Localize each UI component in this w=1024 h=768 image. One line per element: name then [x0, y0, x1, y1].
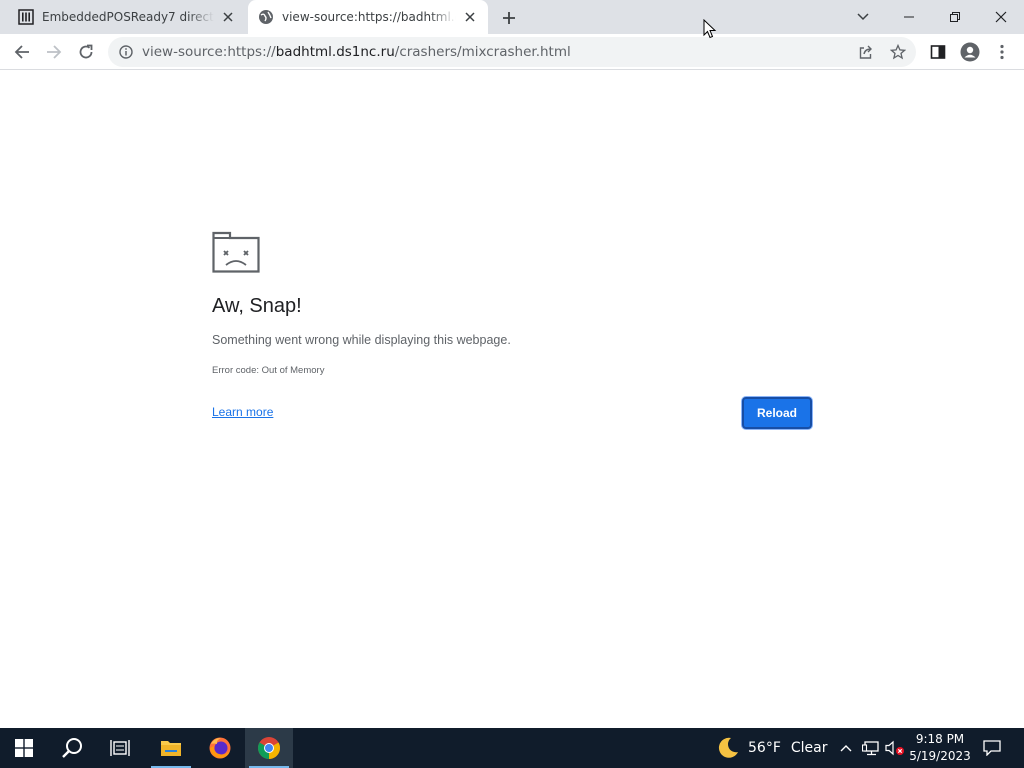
tab-title: view-source:https://badhtml.ds1nc.ru/cra… [282, 10, 456, 24]
address-bar[interactable]: view-source:https://badhtml.ds1nc.ru/cra… [108, 37, 916, 67]
forward-arrow-icon [47, 45, 62, 59]
error-code: Error code: Out of Memory [212, 365, 325, 376]
tab-view-source[interactable]: view-source:https://badhtml.ds1nc.ru/cra… [248, 0, 488, 34]
url-path: /crashers/mixcrasher.html [394, 44, 571, 60]
minimize-button[interactable] [886, 0, 932, 34]
reload-page-button[interactable] [72, 38, 100, 66]
side-panel-icon [930, 45, 946, 59]
minimize-icon [904, 16, 914, 18]
site-info-icon[interactable] [118, 44, 134, 60]
tab-directory-listing[interactable]: EmbeddedPOSReady7 directory listing [8, 0, 246, 34]
learn-more-link[interactable]: Learn more [212, 405, 273, 419]
back-button[interactable] [8, 38, 36, 66]
chevron-down-icon [857, 13, 869, 21]
refresh-icon [79, 44, 93, 59]
task-view-icon [110, 740, 130, 756]
url-text: view-source:https://badhtml.ds1nc.ru/cra… [142, 44, 571, 60]
moon-icon [718, 737, 738, 758]
search-button[interactable] [48, 728, 96, 768]
tab-title: EmbeddedPOSReady7 directory listing [42, 10, 214, 24]
avatar-icon [960, 42, 980, 62]
volume-muted-icon [885, 740, 904, 756]
archive-icon [18, 9, 34, 25]
restore-icon [950, 12, 960, 22]
chrome-button[interactable] [245, 728, 293, 768]
globe-icon [258, 9, 274, 25]
url-prefix: view-source:https:// [142, 44, 276, 60]
firefox-button[interactable] [196, 728, 244, 768]
chrome-icon [258, 737, 280, 759]
kebab-menu-icon [1000, 44, 1004, 60]
share-icon[interactable] [852, 37, 880, 67]
chevron-up-icon [840, 745, 852, 752]
weather-condition: Clear [790, 740, 828, 756]
network-icon [862, 741, 879, 756]
weather-temperature: 56°F [748, 740, 781, 756]
url-host: badhtml.ds1nc.ru [275, 44, 395, 60]
clock-time: 9:18 PM [915, 732, 965, 746]
firefox-icon [209, 737, 231, 759]
tab-search-button[interactable] [852, 6, 874, 28]
clock-date: 5/19/2023 [909, 749, 971, 763]
plus-icon [503, 12, 515, 24]
back-arrow-icon [14, 45, 29, 59]
search-icon [62, 738, 82, 758]
close-window-button[interactable] [978, 0, 1024, 34]
close-tab-icon[interactable] [462, 9, 478, 25]
tab-strip: EmbeddedPOSReady7 directory listing view… [0, 0, 1024, 34]
weather-widget[interactable]: 56°F Clear [716, 728, 828, 768]
network-button[interactable] [860, 728, 882, 768]
taskbar: 56°F Clear 9:18 PM 5/19/2023 [0, 728, 1024, 768]
close-icon [995, 11, 1007, 23]
browser-toolbar: view-source:https://badhtml.ds1nc.ru/cra… [0, 34, 1024, 70]
menu-button[interactable] [988, 38, 1016, 66]
error-message: Something went wrong while displaying th… [212, 333, 511, 347]
bookmark-star-icon[interactable] [884, 37, 912, 67]
notification-icon [983, 740, 1001, 756]
system-clock[interactable]: 9:18 PM 5/19/2023 [908, 731, 972, 765]
restore-button[interactable] [932, 0, 978, 34]
forward-button[interactable] [40, 38, 68, 66]
windows-start-icon [15, 739, 33, 757]
page-content: Aw, Snap! Something went wrong while dis… [0, 71, 1024, 728]
notifications-button[interactable] [980, 728, 1004, 768]
volume-button[interactable] [884, 728, 906, 768]
side-panel-button[interactable] [924, 38, 952, 66]
task-view-button[interactable] [96, 728, 144, 768]
new-tab-button[interactable] [498, 7, 520, 29]
window-controls [886, 0, 1024, 34]
sad-tab-icon [212, 231, 260, 273]
file-explorer-button[interactable] [147, 728, 195, 768]
error-title: Aw, Snap! [212, 295, 302, 317]
file-explorer-icon [161, 741, 181, 756]
start-button[interactable] [0, 728, 48, 768]
close-tab-icon[interactable] [220, 9, 236, 25]
reload-button[interactable]: Reload [742, 397, 812, 429]
show-hidden-icons-button[interactable] [836, 728, 856, 768]
mouse-cursor-icon [703, 19, 717, 39]
profile-button[interactable] [956, 38, 984, 66]
